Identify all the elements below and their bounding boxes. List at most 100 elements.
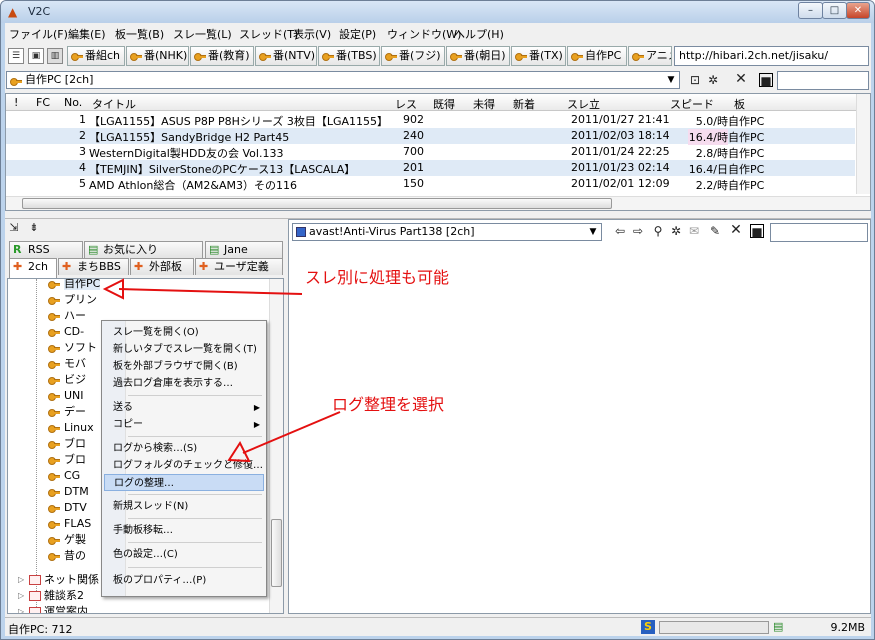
bookmark-button[interactable]: 自作PC	[567, 46, 627, 66]
tab-favorites[interactable]: ▤ お気に入り	[84, 241, 203, 258]
column-header[interactable]: 板	[734, 96, 745, 112]
vertical-scrollbar[interactable]	[269, 279, 283, 613]
column-header[interactable]: タイトル	[92, 96, 136, 112]
tree-expand-icon[interactable]: ⇲	[7, 221, 21, 235]
table-row[interactable]: 2 【LGA1155】SandyBridge H2 Part45 240 201…	[6, 128, 855, 145]
tree-item[interactable]: DTV	[46, 500, 87, 516]
tree-item[interactable]: DTM	[46, 484, 89, 500]
tree-folder[interactable]: ▷ ネット関係	[18, 572, 99, 588]
menu-edit[interactable]: 編集(E)	[68, 26, 106, 42]
bookmark-button[interactable]: 番(TBS)	[318, 46, 380, 66]
menu-help[interactable]: ヘルプ(H)	[454, 26, 504, 42]
menu-item[interactable]: ログの整理…	[104, 474, 264, 491]
tab-2ch[interactable]: ✚ 2ch	[9, 258, 57, 278]
menu-item[interactable]: 手動板移転…	[104, 522, 264, 539]
close-icon[interactable]: ✕	[729, 223, 743, 237]
tree-item[interactable]: Linux	[46, 420, 94, 436]
tree-item[interactable]: ブロ	[46, 452, 86, 468]
tree-folder[interactable]: ▷ 雑談系2	[18, 588, 84, 604]
column-header[interactable]: レス	[395, 96, 417, 112]
vertical-scrollbar[interactable]	[856, 94, 870, 194]
menu-view[interactable]: 表示(V)	[293, 26, 331, 42]
tab-jane[interactable]: ▤ Jane	[205, 241, 283, 258]
bookmark-button[interactable]: 番(NHK)	[126, 46, 189, 66]
bookmark-button[interactable]: アニメ	[628, 46, 672, 66]
column-header[interactable]: No.	[64, 96, 82, 109]
bookmark-button[interactable]: 番(NTV)	[255, 46, 317, 66]
menu-item[interactable]: ログから検索…(S)	[104, 440, 264, 457]
tree-item[interactable]: デー	[46, 404, 86, 420]
menu-item[interactable]: 新しいタブでスレ一覧を開く(T)	[104, 341, 264, 358]
maximize-button[interactable]: □	[822, 2, 847, 19]
column-header[interactable]: 未得	[473, 96, 495, 112]
menu-item[interactable]: ログフォルダのチェックと修復…	[104, 457, 264, 474]
bookmark-button[interactable]: 番(フジ)	[381, 46, 445, 66]
menu-item[interactable]: 送る ▶	[104, 399, 264, 416]
menu-board-list[interactable]: 板一覧(B)	[115, 26, 164, 42]
tree-item[interactable]: モバ	[46, 356, 86, 372]
back-icon[interactable]: ⇦	[613, 224, 627, 238]
bookmark-button[interactable]: 番(TX)	[511, 46, 566, 66]
refresh-icon[interactable]: ✲	[706, 73, 720, 87]
menu-item[interactable]: 新規スレッド(N)	[104, 498, 264, 515]
forward-icon[interactable]: ⇨	[631, 224, 645, 238]
panel-toggle-icon[interactable]: ▣	[28, 48, 44, 64]
menu-item[interactable]: スレ一覧を開く(O)	[104, 324, 264, 341]
tree-item[interactable]: ブロ	[46, 436, 86, 452]
tab-external-board[interactable]: ✚ 外部板	[130, 258, 194, 275]
column-header[interactable]: スレ立	[567, 96, 600, 112]
tree-item[interactable]: UNI	[46, 388, 84, 404]
save-icon[interactable]: ⊡	[688, 73, 702, 87]
tree-item[interactable]: ゲ製	[46, 532, 86, 548]
menu-window[interactable]: ウィンドウ(W)	[387, 26, 461, 42]
edit-icon[interactable]: ✎	[708, 224, 722, 238]
table-row[interactable]: 1 【LGA1155】ASUS P8P P8Hシリーズ 3枚目【LGA1155】…	[6, 112, 855, 128]
bookmark-button[interactable]: 番(教育)	[190, 46, 254, 66]
tab-machi-bbs[interactable]: ✚ まちBBS	[58, 258, 129, 275]
refresh-icon[interactable]: ✲	[669, 224, 683, 238]
tree-item[interactable]: CG	[46, 468, 80, 484]
layout-icon[interactable]: ▥	[47, 48, 63, 64]
column-header[interactable]: 新着	[513, 96, 535, 112]
column-header[interactable]: FC	[36, 96, 50, 109]
tree-folder[interactable]: ▷ 運営案内	[18, 604, 88, 613]
thread-search-input[interactable]	[770, 223, 868, 242]
table-row[interactable]: 4 【TEMJIN】SilverStoneのPCケース13【LASCALA】 2…	[6, 160, 855, 176]
close-button[interactable]: ✕	[846, 2, 870, 19]
filter-icon[interactable]: ⚲	[651, 224, 665, 238]
url-input[interactable]: http://hibari.2ch.net/jisaku/	[674, 46, 869, 66]
column-header[interactable]: 既得	[433, 96, 455, 112]
bookmark-button[interactable]: 番組ch	[67, 46, 125, 66]
tree-item[interactable]: 昔の	[46, 548, 86, 564]
menu-item[interactable]: 板のプロパティ…(P)	[104, 572, 264, 589]
scroll-thumb[interactable]	[22, 198, 612, 209]
column-header[interactable]: スピード	[670, 96, 714, 112]
menu-item[interactable]: コピー ▶	[104, 416, 264, 433]
column-header[interactable]: !	[14, 96, 18, 109]
mail-icon[interactable]: ✉	[687, 224, 701, 238]
stop-icon[interactable]: ■	[759, 73, 773, 88]
minimize-button[interactable]: –	[798, 2, 823, 19]
scroll-thumb[interactable]	[271, 519, 282, 587]
menu-settings[interactable]: 設定(P)	[339, 26, 376, 42]
board-search-input[interactable]	[777, 71, 869, 90]
pane-splitter[interactable]	[5, 212, 871, 219]
menu-item[interactable]: 色の設定…(C)	[104, 546, 264, 563]
menu-thread[interactable]: スレッド(T)	[239, 26, 298, 42]
tree-item[interactable]: 自作PC	[46, 279, 101, 292]
menu-thread-list[interactable]: スレ一覧(L)	[173, 26, 232, 42]
tree-pin-icon[interactable]: ⇟	[27, 221, 41, 235]
thread-selector[interactable]: avast!Anti-Virus Part138 [2ch] ▼	[292, 223, 602, 241]
tree-item[interactable]: ビジ	[46, 372, 86, 388]
horizontal-scrollbar[interactable]	[6, 196, 870, 210]
tree-item[interactable]: プリン	[46, 292, 97, 308]
bookmark-menu-icon[interactable]: ☰	[8, 48, 24, 64]
board-selector[interactable]: 自作PC [2ch] ▼	[6, 71, 680, 89]
tree-item[interactable]: ソフト	[46, 340, 97, 356]
tab-user-defined[interactable]: ✚ ユーザ定義	[195, 258, 283, 275]
menu-item[interactable]: 過去ログ倉庫を表示する…	[104, 375, 264, 392]
menu-item[interactable]: 板を外部ブラウザで開く(B)	[104, 358, 264, 375]
stop-icon[interactable]: ■	[750, 224, 764, 239]
close-icon[interactable]: ✕	[734, 72, 748, 86]
table-row[interactable]: 3 WesternDigital製HDD友の会 Vol.133 700 2011…	[6, 144, 855, 160]
